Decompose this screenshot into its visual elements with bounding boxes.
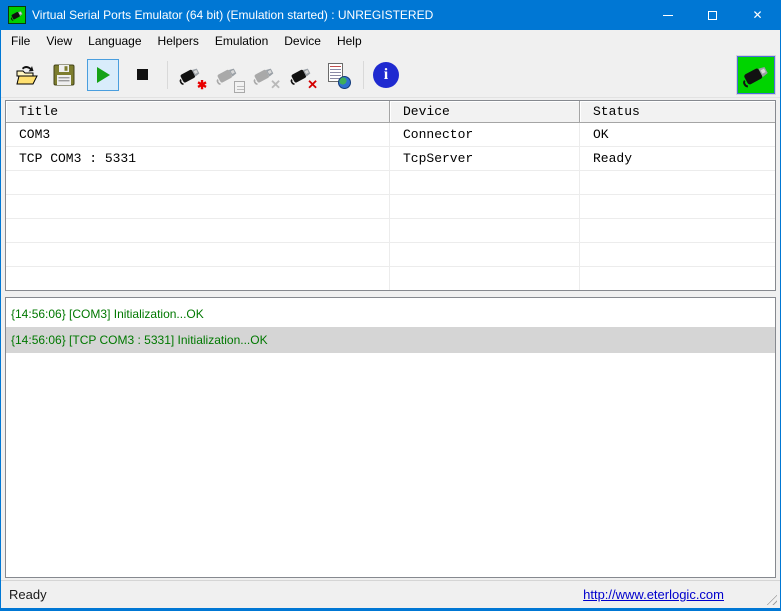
app-window: Virtual Serial Ports Emulator (64 bit) (… xyxy=(0,0,781,611)
minimize-icon xyxy=(663,15,673,16)
eterlogic-link[interactable]: http://www.eterlogic.com xyxy=(583,587,724,602)
table-empty-row xyxy=(6,171,775,195)
floppy-disk-icon xyxy=(53,64,75,86)
stop-icon xyxy=(137,69,148,80)
info-icon xyxy=(373,62,399,88)
close-button[interactable] xyxy=(735,0,780,30)
cell-device: TcpServer xyxy=(390,147,580,171)
table-empty-row xyxy=(6,243,775,267)
maximize-icon xyxy=(708,11,717,20)
connector-icon xyxy=(741,60,771,90)
table-empty-row xyxy=(6,195,775,219)
device-properties-button[interactable] xyxy=(213,61,241,89)
titlebar[interactable]: Virtual Serial Ports Emulator (64 bit) (… xyxy=(1,0,780,30)
close-icon xyxy=(752,6,762,24)
table-row[interactable]: TCP COM3 : 5331 TcpServer Ready xyxy=(6,147,775,171)
new-star-icon xyxy=(197,77,207,93)
cell-status: Ready xyxy=(580,147,775,171)
column-header-device[interactable]: Device xyxy=(390,101,580,123)
connector-icon xyxy=(10,8,24,22)
device-table: Title Device Status COM3 Connector OK TC… xyxy=(5,100,776,291)
cell-device: Connector xyxy=(390,123,580,147)
menu-language[interactable]: Language xyxy=(80,31,149,51)
log-entry-selected[interactable]: {14:56:06} [TCP COM3 : 5331] Initializat… xyxy=(6,327,775,353)
delete-x-icon xyxy=(270,77,281,93)
status-text: Ready xyxy=(9,587,47,602)
toolbar-separator xyxy=(167,61,168,89)
delete-device-button[interactable] xyxy=(250,61,278,89)
save-button[interactable] xyxy=(50,61,78,89)
delete-all-devices-button[interactable] xyxy=(287,61,315,89)
open-folder-icon xyxy=(15,64,39,86)
device-list-web-button[interactable] xyxy=(324,61,352,89)
menu-view[interactable]: View xyxy=(38,31,80,51)
minimize-button[interactable] xyxy=(645,0,690,30)
statusbar: Ready http://www.eterlogic.com xyxy=(1,580,780,608)
resize-grip-icon[interactable] xyxy=(764,592,777,605)
table-empty-row xyxy=(6,219,775,243)
cell-title: COM3 xyxy=(6,123,390,147)
menu-emulation[interactable]: Emulation xyxy=(207,31,276,51)
menu-helpers[interactable]: Helpers xyxy=(150,31,207,51)
log-panel: {14:56:06} [COM3] Initialization...OK {1… xyxy=(5,297,776,578)
about-button[interactable] xyxy=(372,61,400,89)
column-header-title[interactable]: Title xyxy=(6,101,390,123)
properties-doc-icon xyxy=(234,81,245,93)
table-row[interactable]: COM3 Connector OK xyxy=(6,123,775,147)
toolbar xyxy=(1,52,780,98)
play-icon xyxy=(97,67,110,83)
create-device-button[interactable] xyxy=(176,61,204,89)
app-icon xyxy=(8,6,26,24)
toolbar-separator xyxy=(363,61,364,89)
maximize-button[interactable] xyxy=(690,0,735,30)
window-controls xyxy=(645,0,780,30)
table-empty-row xyxy=(6,267,775,291)
menu-file[interactable]: File xyxy=(3,31,38,51)
list-globe-icon xyxy=(328,63,348,87)
menubar: File View Language Helpers Emulation Dev… xyxy=(1,30,780,52)
cell-status: OK xyxy=(580,123,775,147)
window-title: Virtual Serial Ports Emulator (64 bit) (… xyxy=(32,8,433,22)
log-entry[interactable]: {14:56:06} [COM3] Initialization...OK xyxy=(6,301,775,327)
menu-device[interactable]: Device xyxy=(276,31,329,51)
cell-title: TCP COM3 : 5331 xyxy=(6,147,390,171)
start-emulation-button[interactable] xyxy=(87,59,119,91)
stop-emulation-button[interactable] xyxy=(128,61,156,89)
table-header: Title Device Status xyxy=(6,101,775,123)
delete-all-x-icon xyxy=(307,77,318,93)
column-header-status[interactable]: Status xyxy=(580,101,775,123)
open-button[interactable] xyxy=(13,61,41,89)
globe-icon xyxy=(338,76,351,89)
vspe-logo xyxy=(737,56,775,94)
menu-help[interactable]: Help xyxy=(329,31,370,51)
